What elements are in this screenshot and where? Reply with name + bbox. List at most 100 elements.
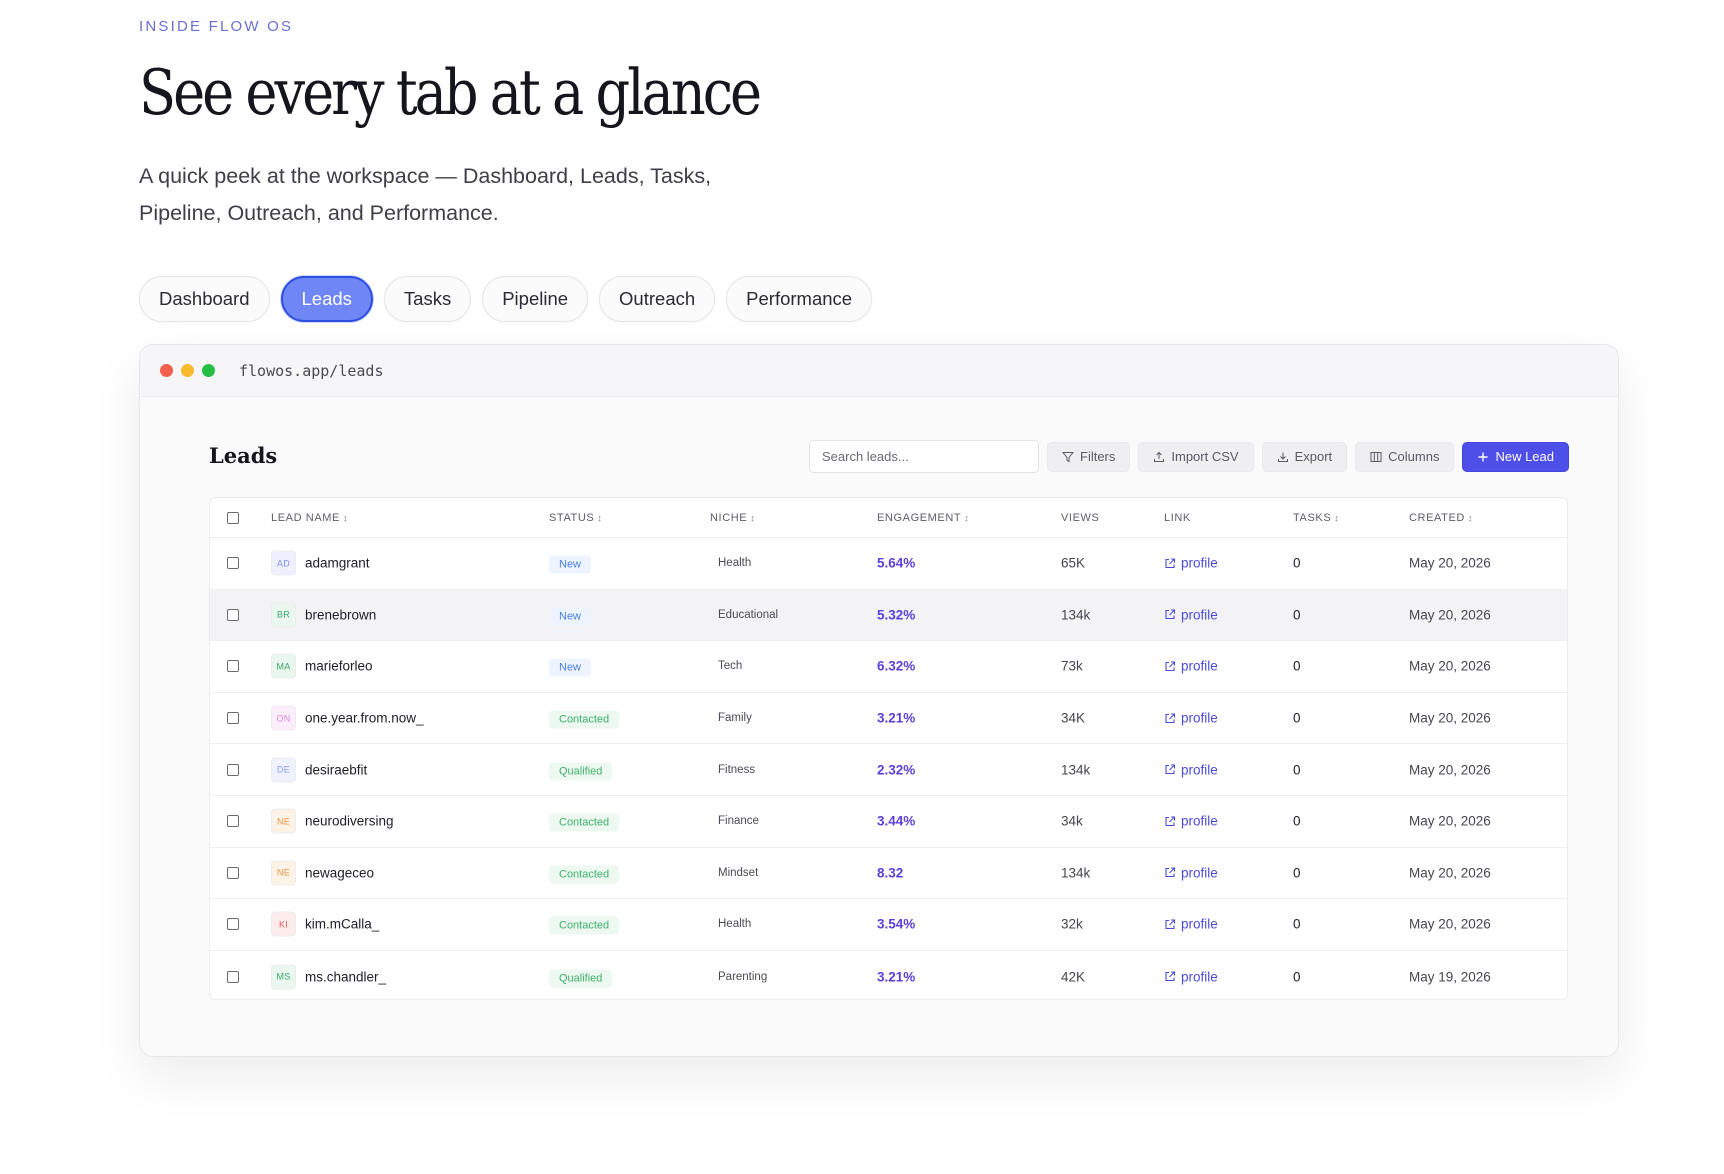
profile-link[interactable]: profile: [1164, 969, 1218, 984]
table-row[interactable]: NE newageceo Contacted Mindset 8.32 134k…: [210, 848, 1567, 900]
row-checkbox[interactable]: [227, 970, 239, 983]
row-checkbox[interactable]: [227, 866, 239, 879]
status-badge: Contacted: [549, 813, 620, 832]
created-date: May 20, 2026: [1409, 762, 1491, 778]
table-row[interactable]: AD adamgrant New Health 5.64% 65K profil…: [210, 538, 1567, 590]
tasks-value: 0: [1293, 762, 1301, 778]
external-link-icon: [1165, 713, 1176, 723]
lead-name-cell[interactable]: AD adamgrant: [271, 550, 370, 576]
select-all-checkbox[interactable]: [227, 511, 239, 524]
profile-link[interactable]: profile: [1164, 607, 1218, 622]
lead-name: neurodiversing: [305, 813, 394, 829]
status-badge: Contacted: [549, 865, 620, 884]
niche-value: Family: [718, 712, 752, 725]
table-row[interactable]: KI kim.mCalla_ Contacted Health 3.54% 32…: [210, 899, 1567, 951]
views-value: 42K: [1061, 969, 1086, 985]
maximize-window-dot[interactable]: [202, 364, 215, 377]
status-cell: Contacted: [549, 710, 620, 729]
profile-link[interactable]: profile: [1164, 711, 1218, 726]
row-checkbox[interactable]: [227, 557, 239, 570]
sort-icon: ↕: [342, 512, 349, 523]
tab-leads[interactable]: Leads: [280, 276, 373, 322]
import-csv-button[interactable]: Import CSV: [1138, 441, 1254, 472]
filters-button[interactable]: Filters: [1047, 441, 1131, 472]
lead-name-cell[interactable]: NE newageceo: [271, 860, 374, 886]
app-window: flowos.app/leads Leads Filters Import CS…: [139, 344, 1619, 1057]
minimize-window-dot[interactable]: [181, 364, 194, 377]
status-cell: Qualified: [549, 969, 613, 988]
profile-link-label: profile: [1181, 969, 1218, 985]
tasks-value: 0: [1293, 865, 1301, 881]
lead-name-cell[interactable]: MA marieforleo: [271, 653, 373, 679]
status-badge: Contacted: [549, 916, 620, 935]
status-badge: Contacted: [549, 710, 620, 729]
table-row[interactable]: NE neurodiversing Contacted Finance 3.44…: [210, 796, 1567, 848]
row-checkbox[interactable]: [227, 608, 239, 621]
lead-name: marieforleo: [305, 658, 373, 674]
columns-button[interactable]: Columns: [1355, 441, 1455, 472]
profile-link[interactable]: profile: [1164, 865, 1218, 880]
sort-icon: ↕: [1334, 512, 1340, 523]
row-checkbox[interactable]: [227, 660, 239, 673]
tab-tasks[interactable]: Tasks: [383, 276, 472, 322]
close-window-dot[interactable]: [160, 364, 173, 377]
col-header-created[interactable]: CREATED ↕: [1409, 512, 1473, 524]
col-header-engagement[interactable]: ENGAGEMENT ↕: [877, 512, 969, 524]
table-row[interactable]: MA marieforleo New Tech 6.32% 73k profil…: [210, 641, 1567, 693]
profile-link[interactable]: profile: [1164, 556, 1218, 571]
status-cell: New: [549, 658, 592, 677]
import-csv-label: Import CSV: [1171, 449, 1239, 464]
col-header-views: VIEWS: [1061, 511, 1100, 524]
table-row[interactable]: ON one.year.from.now_ Contacted Family 3…: [210, 693, 1567, 745]
table-row[interactable]: DE desiraebfit Qualified Fitness 2.32% 1…: [210, 744, 1567, 796]
sort-icon: ↕: [597, 512, 603, 523]
lead-name-cell[interactable]: NE neurodiversing: [271, 808, 394, 834]
table-row[interactable]: MS ms.chandler_ Qualified Parenting 3.21…: [210, 951, 1567, 999]
engagement-value: 5.32%: [877, 607, 916, 623]
external-link-icon: [1165, 867, 1176, 878]
search-leads-input[interactable]: [809, 440, 1039, 473]
leads-table: LEAD NAME ↕ STATUS ↕ NICHE ↕ ENGAGEMENT ↕ VI…: [209, 497, 1568, 1000]
lead-name-cell[interactable]: BR brenebrown: [271, 602, 376, 628]
row-checkbox[interactable]: [227, 815, 239, 828]
avatar: KI: [271, 911, 296, 937]
created-date: May 20, 2026: [1409, 710, 1491, 726]
lead-name-cell[interactable]: ON one.year.from.now_: [271, 705, 424, 731]
page-headline: See every tab at a glance: [139, 56, 762, 129]
external-link-icon: [1165, 764, 1176, 775]
export-button[interactable]: Export: [1261, 441, 1348, 472]
profile-link[interactable]: profile: [1164, 659, 1218, 674]
col-header-lead-name[interactable]: LEAD NAME ↕: [271, 512, 348, 524]
tasks-value: 0: [1293, 710, 1301, 726]
lead-name: ms.chandler_: [305, 969, 387, 985]
profile-link-label: profile: [1181, 555, 1218, 571]
profile-link-label: profile: [1181, 916, 1218, 932]
lead-name-cell[interactable]: MS ms.chandler_: [271, 964, 387, 990]
new-lead-button[interactable]: New Lead: [1462, 441, 1569, 472]
tasks-value: 0: [1293, 555, 1301, 571]
tab-dashboard[interactable]: Dashboard: [139, 276, 270, 322]
lead-name-cell[interactable]: KI kim.mCalla_: [271, 911, 379, 937]
row-checkbox[interactable]: [227, 712, 239, 725]
tasks-value: 0: [1293, 658, 1301, 674]
tab-pipeline[interactable]: Pipeline: [482, 276, 589, 322]
col-header-status[interactable]: STATUS ↕: [549, 512, 602, 524]
lead-name-cell[interactable]: DE desiraebfit: [271, 757, 367, 783]
created-date: May 20, 2026: [1409, 916, 1491, 932]
external-link-icon: [1165, 971, 1176, 982]
col-header-link: LINK: [1164, 511, 1191, 524]
profile-link[interactable]: profile: [1164, 917, 1218, 932]
tab-performance[interactable]: Performance: [726, 276, 873, 322]
created-date: May 20, 2026: [1409, 555, 1491, 571]
engagement-value: 3.44%: [877, 813, 916, 829]
profile-link[interactable]: profile: [1164, 814, 1218, 829]
tab-outreach[interactable]: Outreach: [599, 276, 716, 322]
row-checkbox[interactable]: [227, 918, 239, 931]
col-header-tasks[interactable]: TASKS ↕: [1293, 512, 1339, 524]
table-row[interactable]: BR brenebrown New Educational 5.32% 134k…: [210, 589, 1567, 642]
profile-link-label: profile: [1181, 865, 1218, 881]
col-header-niche[interactable]: NICHE ↕: [710, 512, 755, 524]
profile-link[interactable]: profile: [1164, 762, 1218, 777]
row-checkbox[interactable]: [227, 763, 239, 776]
engagement-value: 8.32: [877, 865, 904, 881]
